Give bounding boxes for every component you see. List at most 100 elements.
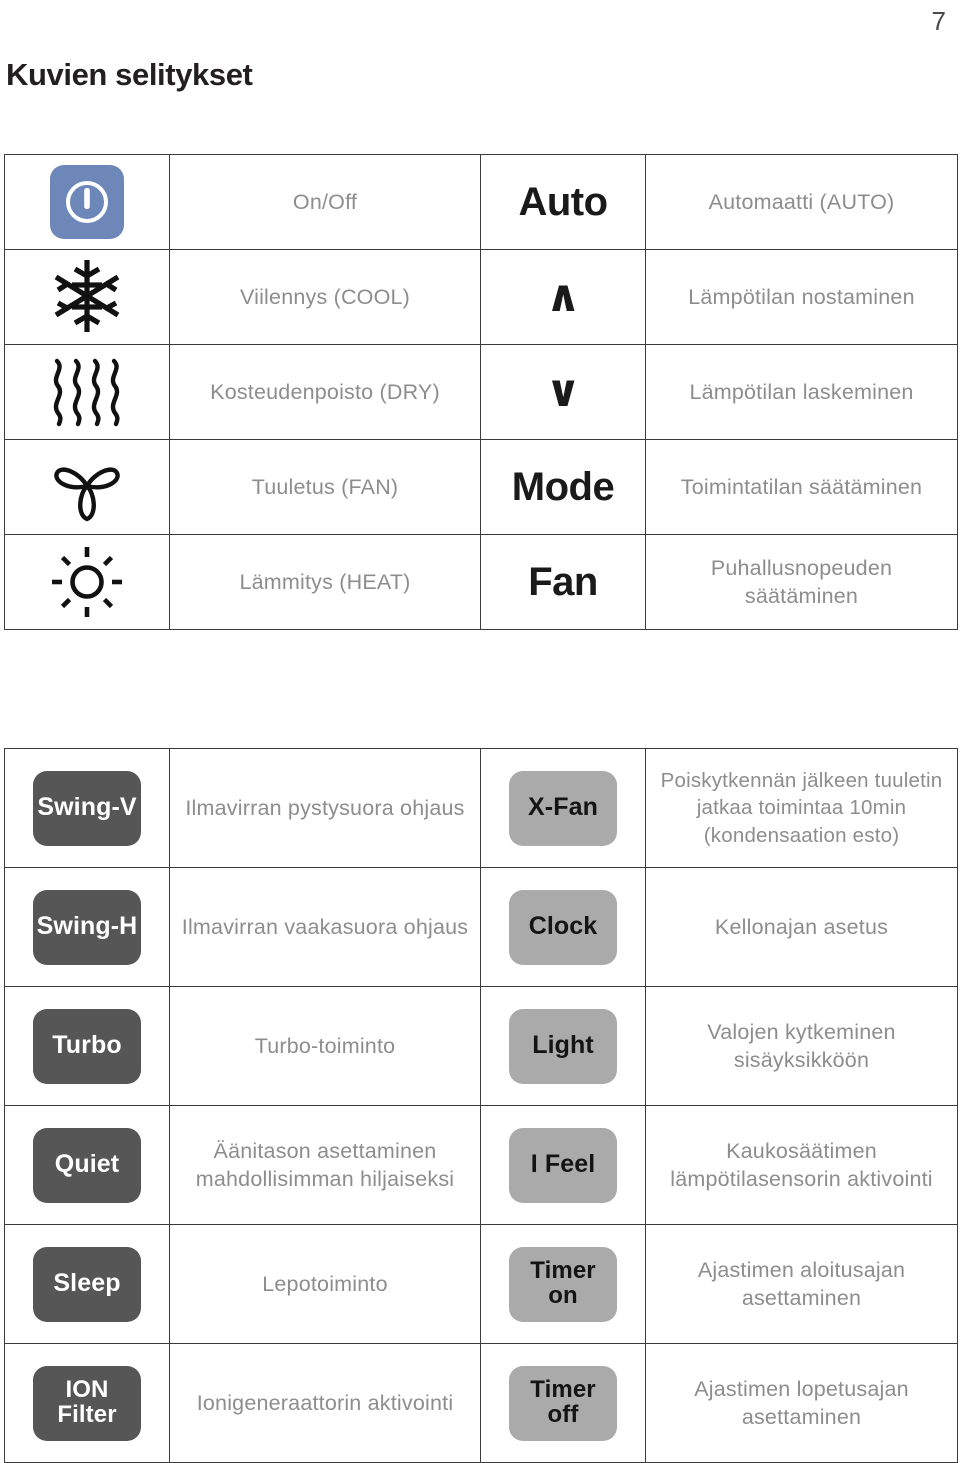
function-description-label: Lepotoiminto: [262, 1271, 388, 1296]
function-button-cell-light: Light: [480, 986, 646, 1106]
function-description-label: Kaukosäätimen lämpötilasensorin aktivoin…: [670, 1138, 933, 1191]
mode-description-label: Lämmitys (HEAT): [239, 569, 411, 594]
function-description-label: Valojen kytkeminen sisäyksikköön: [707, 1019, 896, 1072]
mode-description-label: Kosteudenpoisto (DRY): [210, 379, 440, 404]
key-description-cell: Lämpötilan laskeminen: [645, 344, 958, 440]
table-row: ION Filter Ionigeneraattorin aktivointi …: [4, 1343, 958, 1463]
function-description-cell: Kaukosäätimen lämpötilasensorin aktivoin…: [645, 1105, 958, 1225]
key-description-cell: Toimintatilan säätäminen: [645, 439, 958, 535]
function-button-cell-clock: Clock: [480, 867, 646, 987]
table-row: Sleep Lepotoiminto Timer on Ajastimen al…: [4, 1224, 958, 1344]
function-description-cell: Ajastimen aloitusajan asettaminen: [645, 1224, 958, 1344]
table-row: Turbo Turbo-toiminto Light Valojen kytke…: [4, 986, 958, 1106]
function-button-cell-timer-off: Timer off: [480, 1343, 646, 1463]
table-row: Kosteudenpoisto (DRY) ∨ Lämpötilan laske…: [4, 344, 958, 440]
page-number: 7: [931, 6, 946, 36]
pill-line-1: Timer: [530, 1376, 596, 1404]
function-description-cell: Kellonajan asetus: [645, 867, 958, 987]
table-row: Quiet Äänitason asettaminen mahdollisimm…: [4, 1105, 958, 1225]
function-button-cell-quiet: Quiet: [4, 1105, 170, 1225]
mode-icon-cell-power: [4, 154, 170, 250]
table-row: Swing-H Ilmavirran vaakasuora ohjaus Clo…: [4, 867, 958, 987]
key-label-temp-up: ∧: [545, 271, 581, 322]
key-label-auto: Auto: [518, 180, 608, 224]
function-button-cell-i-feel: I Feel: [480, 1105, 646, 1225]
pill-line-2: on: [548, 1282, 578, 1309]
function-description-cell: Ajastimen lopetusajan asettaminen: [645, 1343, 958, 1463]
pill-i-feel[interactable]: I Feel: [509, 1127, 617, 1203]
function-description-label: Poiskytkennän jälkeen tuuletin jatkaa to…: [660, 769, 943, 847]
function-description-label: Ilmavirran vaakasuora ohjaus: [181, 914, 469, 939]
table-row: Viilennys (COOL) ∧ Lämpötilan nostaminen: [4, 249, 958, 345]
key-cell: Fan: [480, 534, 646, 630]
key-label-fan: Fan: [528, 560, 598, 604]
table-row: Lämmitys (HEAT) Fan Puhallusnopeuden sää…: [4, 534, 958, 630]
pill-quiet[interactable]: Quiet: [33, 1127, 141, 1203]
key-description-cell: Automaatti (AUTO): [645, 154, 958, 250]
key-description-cell: Lämpötilan nostaminen: [645, 249, 958, 345]
mode-description-cell: Kosteudenpoisto (DRY): [169, 344, 481, 440]
mode-icon-cell-dry: [4, 344, 170, 440]
key-description-label: Toimintatilan säätäminen: [680, 474, 923, 499]
function-description-label: Äänitason asettaminen mahdollisimman hil…: [195, 1138, 455, 1191]
function-button-cell-swing-h: Swing-H: [4, 867, 170, 987]
key-description-label: Lämpötilan laskeminen: [689, 379, 914, 404]
function-description-label: Turbo-toiminto: [254, 1033, 396, 1058]
function-description-cell: Valojen kytkeminen sisäyksikköön: [645, 986, 958, 1106]
functions-legend-table: Swing-V Ilmavirran pystysuora ohjaus X-F…: [4, 748, 958, 1463]
function-button-cell-ion-filter: ION Filter: [4, 1343, 170, 1463]
pill-line-2: off: [547, 1401, 579, 1428]
snowflake-icon: [44, 253, 130, 339]
function-description-cell: Ilmavirran pystysuora ohjaus: [169, 748, 481, 868]
table-row: Tuuletus (FAN) Mode Toimintatilan säätäm…: [4, 439, 958, 535]
mode-description-cell: Viilennys (COOL): [169, 249, 481, 345]
function-description-label: Ajastimen aloitusajan asettaminen: [697, 1257, 906, 1310]
pill-light[interactable]: Light: [509, 1008, 617, 1084]
pill-turbo[interactable]: Turbo: [33, 1008, 141, 1084]
table-row: On/Off Auto Automaatti (AUTO): [4, 154, 958, 250]
function-description-cell: Poiskytkennän jälkeen tuuletin jatkaa to…: [645, 748, 958, 868]
modes-legend-table: On/Off Auto Automaatti (AUTO) Viilennys …: [4, 154, 958, 630]
power-on-off-icon: [50, 165, 124, 239]
pill-clock[interactable]: Clock: [509, 889, 617, 965]
key-cell: ∨: [480, 344, 646, 440]
pill-swing-h[interactable]: Swing-H: [33, 889, 141, 965]
pill-sleep[interactable]: Sleep: [33, 1246, 141, 1322]
key-description-label: Lämpötilan nostaminen: [688, 284, 915, 309]
function-description-cell: Lepotoiminto: [169, 1224, 481, 1344]
function-description-label: Ilmavirran pystysuora ohjaus: [185, 795, 465, 820]
table-row: Swing-V Ilmavirran pystysuora ohjaus X-F…: [4, 748, 958, 868]
function-description-label: Kellonajan asetus: [714, 914, 889, 939]
fan-blades-icon: [44, 443, 130, 529]
function-description-label: Ajastimen lopetusajan asettaminen: [694, 1376, 909, 1429]
function-description-cell: Äänitason asettaminen mahdollisimman hil…: [169, 1105, 481, 1225]
mode-description-label: Tuuletus (FAN): [251, 474, 399, 499]
mode-description-label: On/Off: [292, 189, 358, 214]
function-button-cell-sleep: Sleep: [4, 1224, 170, 1344]
pill-timer-on[interactable]: Timer on: [509, 1246, 617, 1322]
function-description-cell: Ilmavirran vaakasuora ohjaus: [169, 867, 481, 987]
humidity-waves-icon: [44, 349, 130, 435]
key-cell: Auto: [480, 154, 646, 250]
pill-x-fan[interactable]: X-Fan: [509, 770, 617, 846]
function-description-cell: Ionigeneraattorin aktivointi: [169, 1343, 481, 1463]
function-button-cell-timer-on: Timer on: [480, 1224, 646, 1344]
mode-icon-cell-heat: [4, 534, 170, 630]
mode-description-cell: Lämmitys (HEAT): [169, 534, 481, 630]
mode-icon-cell-fan: [4, 439, 170, 535]
pill-line-1: ION: [65, 1376, 109, 1404]
mode-icon-cell-cool: [4, 249, 170, 345]
page-title: Kuvien selitykset: [6, 57, 253, 92]
key-cell: ∧: [480, 249, 646, 345]
pill-timer-off[interactable]: Timer off: [509, 1365, 617, 1441]
key-description-cell: Puhallusnopeuden säätäminen: [645, 534, 958, 630]
pill-line-2: Filter: [57, 1401, 117, 1428]
key-label-mode: Mode: [511, 465, 615, 509]
key-description-label: Puhallusnopeuden säätäminen: [710, 555, 893, 608]
function-button-cell-turbo: Turbo: [4, 986, 170, 1106]
pill-swing-v[interactable]: Swing-V: [33, 770, 141, 846]
key-cell: Mode: [480, 439, 646, 535]
pill-ion-filter[interactable]: ION Filter: [33, 1365, 141, 1441]
function-button-cell-swing-v: Swing-V: [4, 748, 170, 868]
key-description-label: Automaatti (AUTO): [708, 189, 895, 214]
